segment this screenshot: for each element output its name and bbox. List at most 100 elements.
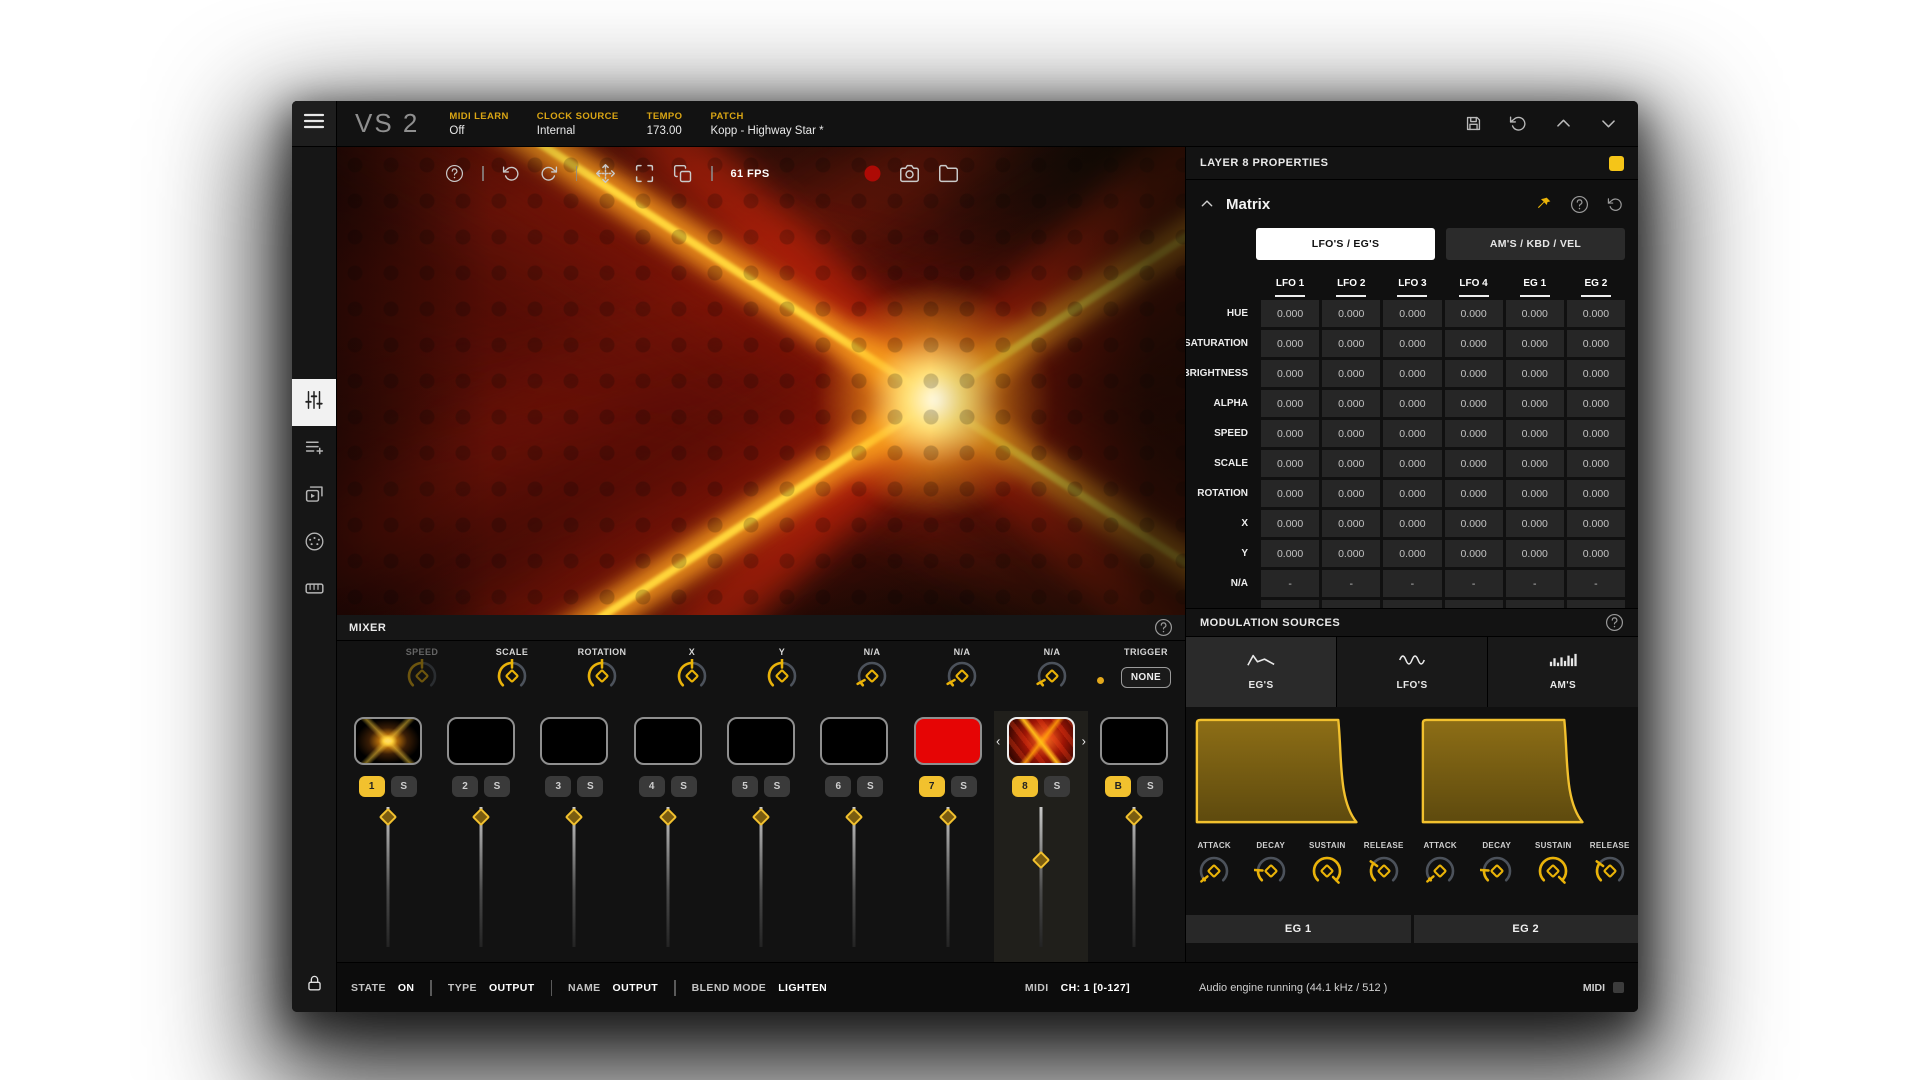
channel-solo-button-8[interactable]: S	[1044, 776, 1070, 797]
matrix-cell[interactable]	[1322, 600, 1380, 608]
matrix-cell[interactable]: 0.000	[1261, 420, 1319, 447]
main-menu-button[interactable]	[292, 101, 337, 146]
matrix-cell[interactable]: 0.000	[1567, 450, 1625, 477]
matrix-cell[interactable]: 0.000	[1261, 480, 1319, 507]
channel-solo-button-7[interactable]: S	[951, 776, 977, 797]
matrix-cell[interactable]: 0.000	[1506, 330, 1564, 357]
slider-handle[interactable]	[1032, 851, 1050, 869]
knob-dial[interactable]	[765, 659, 799, 698]
mixer-knob-na[interactable]: N/A	[917, 647, 1007, 698]
knob-decay[interactable]: DECAY	[1243, 841, 1300, 911]
knob-release[interactable]: RELEASE	[1582, 841, 1639, 911]
prev-layer-arrow[interactable]: ‹	[996, 735, 1000, 748]
collapse-section-icon[interactable]	[1200, 197, 1214, 211]
matrix-cell[interactable]: 0.000	[1383, 540, 1441, 567]
matrix-cell[interactable]: 0.000	[1506, 390, 1564, 417]
matrix-cell[interactable]: -	[1261, 570, 1319, 597]
pan-icon[interactable]	[595, 163, 616, 184]
matrix-cell[interactable]: 0.000	[1506, 360, 1564, 387]
channel-thumbnail-B[interactable]	[1100, 717, 1168, 765]
knob-dial[interactable]	[1367, 854, 1401, 893]
matrix-cell[interactable]: 0.000	[1383, 360, 1441, 387]
matrix-cell[interactable]: 0.000	[1261, 510, 1319, 537]
knob-decay[interactable]: DECAY	[1469, 841, 1526, 911]
matrix-cell[interactable]: 0.000	[1261, 450, 1319, 477]
matrix-cell[interactable]: 0.000	[1261, 300, 1319, 327]
matrix-cell[interactable]: 0.000	[1506, 540, 1564, 567]
matrix-cell[interactable]: 0.000	[1506, 300, 1564, 327]
sidebar-item-playlist-add[interactable]	[292, 426, 336, 473]
matrix-cell[interactable]	[1506, 600, 1564, 608]
matrix-cell[interactable]	[1261, 600, 1319, 608]
matrix-cell[interactable]: 0.000	[1383, 300, 1441, 327]
matrix-cell[interactable]: 0.000	[1322, 300, 1380, 327]
matrix-cell[interactable]: 0.000	[1261, 360, 1319, 387]
matrix-cell[interactable]: 0.000	[1445, 390, 1503, 417]
collapse-down-icon[interactable]	[1599, 114, 1618, 133]
knob-dial[interactable]	[1593, 854, 1627, 893]
channel-enable-button-2[interactable]: 2	[452, 776, 478, 797]
channel-slider-3[interactable]	[528, 807, 621, 957]
matrix-cell[interactable]: -	[1567, 570, 1625, 597]
channel-enable-button-7[interactable]: 7	[919, 776, 945, 797]
topbar-field-patch[interactable]: PATCHKopp - Highway Star *	[710, 111, 823, 137]
knob-dial[interactable]	[405, 659, 439, 698]
knob-dial[interactable]	[495, 659, 529, 698]
channel-thumbnail-4[interactable]	[634, 717, 702, 765]
knob-dial[interactable]	[1536, 854, 1570, 893]
channel-enable-button-6[interactable]: 6	[825, 776, 851, 797]
reset-icon[interactable]	[1607, 196, 1624, 213]
matrix-cell[interactable]: 0.000	[1445, 480, 1503, 507]
matrix-cell[interactable]: 0.000	[1567, 330, 1625, 357]
channel-solo-button-1[interactable]: S	[391, 776, 417, 797]
matrix-tab-2[interactable]: AM'S / KBD / VEL	[1446, 228, 1625, 260]
mixer-knob-na[interactable]: N/A	[1007, 647, 1097, 698]
copy-icon[interactable]	[673, 164, 693, 184]
pin-icon[interactable]	[1536, 196, 1552, 212]
eg-select-button-2[interactable]: EG 2	[1414, 915, 1639, 943]
matrix-cell[interactable]: 0.000	[1506, 450, 1564, 477]
status-value-state[interactable]: ON	[398, 982, 415, 994]
topbar-field-tempo[interactable]: TEMPO173.00	[647, 111, 683, 137]
layer-color-swatch[interactable]	[1609, 156, 1624, 171]
channel-slider-7[interactable]	[901, 807, 994, 957]
knob-attack[interactable]: ATTACK	[1412, 841, 1469, 911]
channel-thumbnail-1[interactable]	[354, 717, 422, 765]
matrix-cell[interactable]: 0.000	[1506, 510, 1564, 537]
matrix-cell[interactable]: 0.000	[1567, 510, 1625, 537]
matrix-cell[interactable]: 0.000	[1383, 480, 1441, 507]
slider-handle[interactable]	[565, 808, 583, 826]
knob-dial[interactable]	[1310, 854, 1344, 893]
record-icon[interactable]	[864, 165, 881, 182]
undo-icon[interactable]	[502, 164, 521, 183]
knob-dial[interactable]	[1035, 659, 1069, 698]
collapse-up-icon[interactable]	[1554, 114, 1573, 133]
matrix-cell[interactable]: 0.000	[1383, 330, 1441, 357]
channel-solo-button-3[interactable]: S	[577, 776, 603, 797]
status-value-blend-mode[interactable]: LIGHTEN	[778, 982, 827, 994]
knob-dial[interactable]	[1254, 854, 1288, 893]
channel-enable-button-1[interactable]: 1	[359, 776, 385, 797]
channel-solo-button-B[interactable]: S	[1137, 776, 1163, 797]
mixer-knob-scale[interactable]: SCALE	[467, 647, 557, 698]
channel-solo-button-2[interactable]: S	[484, 776, 510, 797]
matrix-cell[interactable]: 0.000	[1445, 540, 1503, 567]
eg-select-button-1[interactable]: EG 1	[1186, 915, 1411, 943]
help-icon[interactable]	[1570, 195, 1589, 214]
help-icon[interactable]	[445, 164, 464, 183]
knob-release[interactable]: RELEASE	[1356, 841, 1413, 911]
matrix-cell[interactable]	[1445, 600, 1503, 608]
slider-handle[interactable]	[845, 808, 863, 826]
next-layer-arrow[interactable]: ›	[1082, 735, 1086, 748]
matrix-cell[interactable]: 0.000	[1506, 420, 1564, 447]
envelope-display-2[interactable]	[1420, 717, 1592, 825]
channel-enable-button-3[interactable]: 3	[545, 776, 571, 797]
sidebar-item-mixer-faders[interactable]	[292, 379, 336, 426]
redo-icon[interactable]	[539, 164, 558, 183]
matrix-cell[interactable]: 0.000	[1322, 480, 1380, 507]
matrix-cell[interactable]: 0.000	[1383, 450, 1441, 477]
matrix-cell[interactable]: 0.000	[1383, 510, 1441, 537]
channel-slider-B[interactable]	[1088, 807, 1181, 957]
matrix-cell[interactable]: 0.000	[1322, 360, 1380, 387]
channel-enable-button-5[interactable]: 5	[732, 776, 758, 797]
